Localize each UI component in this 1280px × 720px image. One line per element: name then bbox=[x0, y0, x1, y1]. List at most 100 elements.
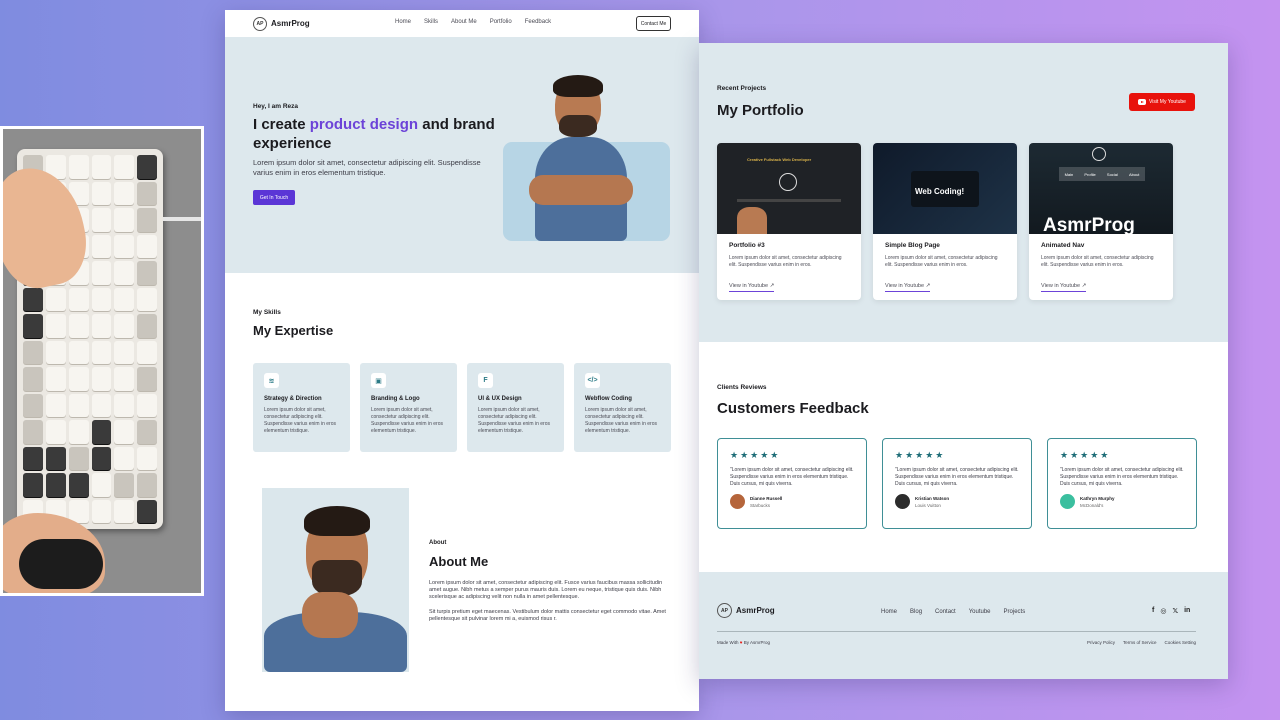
top-navbar: AP AsmrProg Home Skills About Me Portfol… bbox=[225, 10, 699, 37]
logo-badge-icon: AP bbox=[717, 603, 732, 618]
skill-description: Lorem ipsum dolor sit amet, consectetur … bbox=[478, 407, 550, 434]
logo[interactable]: AP AsmrProg bbox=[253, 16, 310, 31]
skill-description: Lorem ipsum dolor sit amet, consectetur … bbox=[264, 407, 336, 434]
headline-pre: I create bbox=[253, 116, 310, 133]
skill-description: Lorem ipsum dolor sit amet, consectetur … bbox=[371, 407, 443, 434]
logo-badge-icon: AP bbox=[253, 16, 267, 31]
view-youtube-link[interactable]: View in Youtube ↗ bbox=[885, 283, 931, 292]
cookies-link[interactable]: Cookies Setting bbox=[1165, 640, 1197, 645]
linkedin-icon[interactable]: in bbox=[1184, 607, 1190, 615]
nav-link-skills[interactable]: Skills bbox=[424, 19, 438, 25]
footer-links: Home Blog Contact Youtube Projects bbox=[881, 609, 1025, 615]
brand-name: AsmrProg bbox=[271, 19, 310, 28]
hero-description: Lorem ipsum dolor sit amet, consectetur … bbox=[253, 158, 481, 177]
footer-logo[interactable]: AP AsmrProg bbox=[717, 603, 775, 618]
project-card[interactable]: Main Profile Social About AsmrProg Anima… bbox=[1029, 143, 1173, 300]
project-card[interactable]: Web Coding! Simple Blog Page Lorem ipsum… bbox=[873, 143, 1017, 300]
nav-link-about[interactable]: About Me bbox=[451, 19, 477, 25]
about-paragraph: Lorem ipsum dolor sit amet, consectetur … bbox=[429, 580, 663, 600]
skill-card-uiux: F UI & UX Design Lorem ipsum dolor sit a… bbox=[467, 363, 564, 452]
about-title: About Me bbox=[429, 554, 489, 569]
thumb-nav-item: About bbox=[1128, 171, 1140, 177]
reviews-grid: ★★★★★ "Lorem ipsum dolor sit amet, conse… bbox=[717, 438, 1197, 529]
footer-link-home[interactable]: Home bbox=[881, 609, 897, 615]
skill-name: Webflow Coding bbox=[585, 396, 632, 402]
hero-greeting: Hey, I am Reza bbox=[253, 103, 299, 110]
nav-link-portfolio[interactable]: Portfolio bbox=[490, 19, 512, 25]
instagram-icon[interactable]: ◎ bbox=[1160, 607, 1166, 615]
project-thumbnail: Creative Fullstack Web Developer bbox=[717, 143, 861, 234]
view-youtube-link[interactable]: View in Youtube ↗ bbox=[1041, 283, 1087, 292]
thumbnail-text: Web Coding! bbox=[915, 187, 965, 196]
skill-card-webflow: </> Webflow Coding Lorem ipsum dolor sit… bbox=[574, 363, 671, 452]
reviewer-name: Kristian Watson bbox=[915, 495, 950, 501]
footer-link-projects[interactable]: Projects bbox=[1004, 609, 1026, 615]
social-links: f ◎ 𝕏 in bbox=[1152, 607, 1190, 615]
reviewer-company: McDonald's bbox=[1080, 502, 1104, 508]
terms-link[interactable]: Terms of Service bbox=[1123, 640, 1157, 645]
hero-headline: I create product design and brand experi… bbox=[253, 115, 503, 153]
review-card: ★★★★★ "Lorem ipsum dolor sit amet, conse… bbox=[1047, 438, 1197, 529]
portfolio-title: My Portfolio bbox=[717, 102, 804, 119]
badge-icon: ▣ bbox=[371, 373, 386, 388]
review-quote: "Lorem ipsum dolor sit amet, consectetur… bbox=[895, 467, 1019, 487]
footer: AP AsmrProg Home Blog Contact Youtube Pr… bbox=[699, 572, 1228, 679]
contact-button[interactable]: Contact Me bbox=[636, 16, 671, 31]
youtube-button-label: Visit My Youtube bbox=[1149, 99, 1186, 105]
footer-link-blog[interactable]: Blog bbox=[910, 609, 922, 615]
nav-link-feedback[interactable]: Feedback bbox=[525, 19, 551, 25]
footer-credit: Made With ♥ By AsmrProg bbox=[717, 640, 770, 645]
get-in-touch-button[interactable]: Get In Touch bbox=[253, 190, 295, 205]
facebook-icon[interactable]: f bbox=[1152, 607, 1154, 615]
about-portrait bbox=[262, 488, 409, 672]
external-link-icon: ↗ bbox=[925, 283, 931, 289]
heart-icon: ♥ bbox=[739, 640, 743, 645]
footer-link-contact[interactable]: Contact bbox=[935, 609, 956, 615]
about-photo bbox=[262, 488, 409, 672]
star-rating-icon: ★★★★★ bbox=[730, 450, 781, 460]
keyboard-photo bbox=[0, 126, 204, 596]
project-description: Lorem ipsum dolor sit amet, consectetur … bbox=[1041, 255, 1154, 268]
credit-post: By AsmrProg bbox=[743, 640, 770, 645]
skill-card-branding: ▣ Branding & Logo Lorem ipsum dolor sit … bbox=[360, 363, 457, 452]
link-label: View in Youtube bbox=[1041, 283, 1081, 289]
hero-portrait bbox=[523, 67, 653, 241]
reviews-section: Clients Reviews Customers Feedback ★★★★★… bbox=[699, 342, 1228, 572]
review-quote: "Lorem ipsum dolor sit amet, consectetur… bbox=[1060, 467, 1184, 487]
portfolio-subtitle: Recent Projects bbox=[717, 85, 767, 92]
thumb-nav-item: Social bbox=[1106, 171, 1118, 177]
project-name: Animated Nav bbox=[1041, 242, 1085, 249]
star-rating-icon: ★★★★★ bbox=[1060, 450, 1111, 460]
figma-icon: F bbox=[478, 373, 493, 388]
project-thumbnail: Main Profile Social About AsmrProg bbox=[1029, 143, 1173, 234]
external-link-icon: ↗ bbox=[1081, 283, 1087, 289]
nav-link-home[interactable]: Home bbox=[395, 19, 411, 25]
footer-link-youtube[interactable]: Youtube bbox=[969, 609, 991, 615]
star-rating-icon: ★★★★★ bbox=[895, 450, 946, 460]
avatar bbox=[895, 494, 910, 509]
hero-section: Hey, I am Reza I create product design a… bbox=[225, 37, 699, 273]
reviewer-company: Starbucks bbox=[750, 502, 771, 508]
project-description: Lorem ipsum dolor sit amet, consectetur … bbox=[885, 255, 998, 268]
skills-grid: ≋ Strategy & Direction Lorem ipsum dolor… bbox=[253, 363, 671, 452]
about-subtitle: About bbox=[429, 540, 447, 546]
youtube-icon bbox=[1138, 99, 1147, 105]
view-youtube-link[interactable]: View in Youtube ↗ bbox=[729, 283, 775, 292]
footer-divider bbox=[717, 631, 1196, 632]
avatar bbox=[730, 494, 745, 509]
link-label: View in Youtube bbox=[729, 283, 769, 289]
project-card[interactable]: Creative Fullstack Web Developer Portfol… bbox=[717, 143, 861, 300]
review-card: ★★★★★ "Lorem ipsum dolor sit amet, conse… bbox=[717, 438, 867, 529]
thumb-nav-item: Main bbox=[1064, 171, 1074, 177]
portfolio-home-page: AP AsmrProg Home Skills About Me Portfol… bbox=[225, 10, 699, 711]
thumb-nav-item: Profile bbox=[1084, 171, 1096, 177]
visit-youtube-button[interactable]: Visit My Youtube bbox=[1129, 93, 1195, 111]
twitter-icon[interactable]: 𝕏 bbox=[1172, 607, 1178, 615]
skill-name: Branding & Logo bbox=[371, 396, 420, 402]
privacy-policy-link[interactable]: Privacy Policy bbox=[1087, 640, 1115, 645]
project-description: Lorem ipsum dolor sit amet, consectetur … bbox=[729, 255, 842, 268]
skill-name: UI & UX Design bbox=[478, 396, 522, 402]
project-name: Portfolio #3 bbox=[729, 242, 765, 249]
layers-icon: ≋ bbox=[264, 373, 279, 388]
skill-name: Strategy & Direction bbox=[264, 396, 322, 402]
